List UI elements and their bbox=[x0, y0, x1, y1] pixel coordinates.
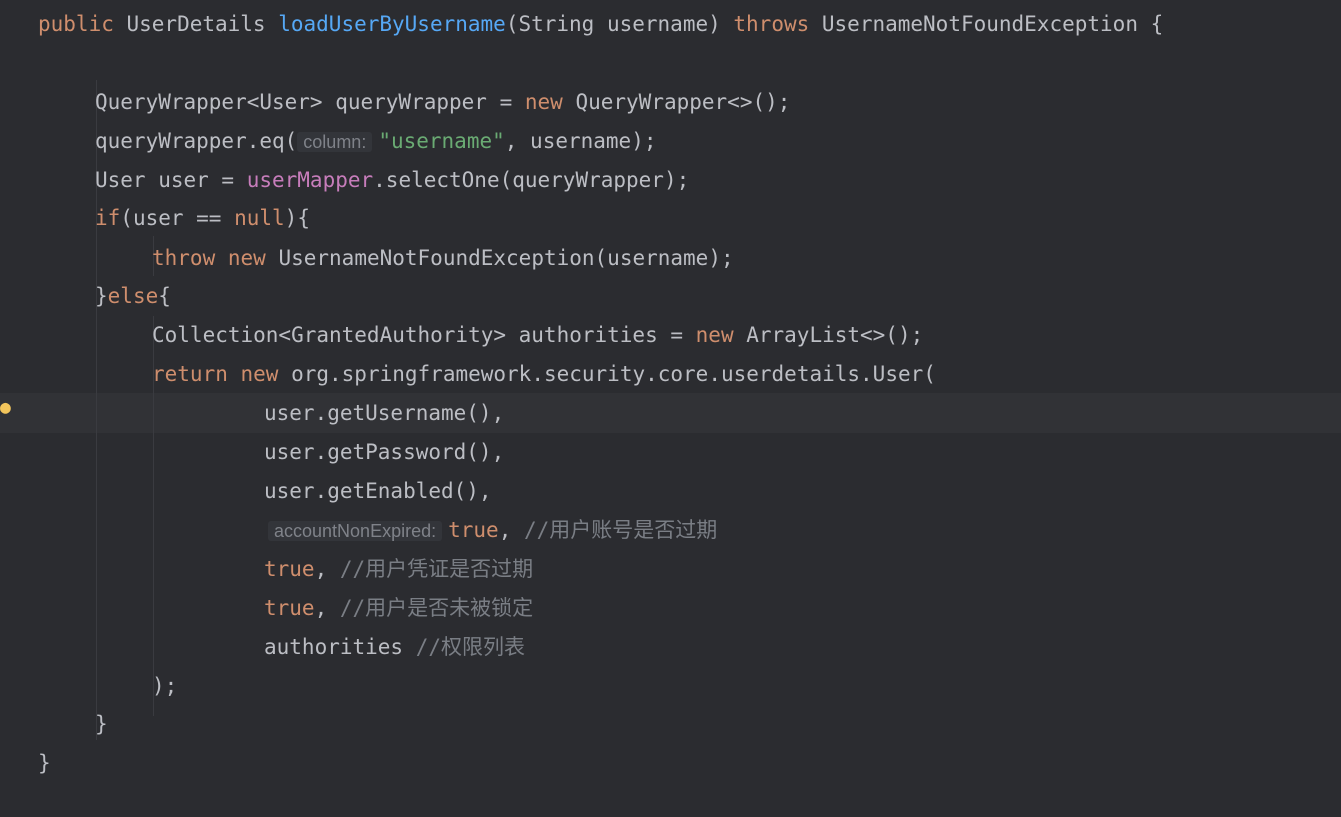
token: user.getPassword(), bbox=[264, 440, 505, 464]
code-line-19: } bbox=[38, 744, 51, 783]
token: { bbox=[158, 284, 171, 308]
token: userMapper bbox=[246, 168, 374, 192]
token: (String username) bbox=[505, 12, 734, 36]
code-line-10: user.getUsername(), bbox=[264, 394, 504, 433]
token: User user = bbox=[95, 168, 247, 192]
token: , bbox=[314, 557, 340, 581]
token: .selectOne(queryWrapper); bbox=[373, 168, 690, 192]
comment: //权限列表 bbox=[415, 635, 526, 659]
intention-bulb-icon[interactable]: ● bbox=[0, 396, 14, 420]
code-line-3: queryWrapper.eq(column: "username", usern… bbox=[95, 122, 656, 161]
code-line-18: } bbox=[95, 705, 108, 744]
code-line-9: return new org.springframework.security.… bbox=[152, 355, 936, 394]
code-line-14: true, //用户凭证是否过期 bbox=[264, 550, 533, 589]
token: , bbox=[498, 518, 524, 542]
token: user.getUsername(), bbox=[264, 401, 505, 425]
comment: //用户是否未被锁定 bbox=[339, 596, 534, 620]
token: new bbox=[524, 90, 563, 114]
code-line-8: Collection<GrantedAuthority> authorities… bbox=[152, 316, 923, 355]
code-line-5: if(user == null){ bbox=[95, 199, 310, 238]
parameter-hint: column: bbox=[297, 132, 373, 152]
token: (user == bbox=[120, 206, 235, 230]
token: QueryWrapper<>(); bbox=[562, 90, 791, 114]
code-line-15: true, //用户是否未被锁定 bbox=[264, 589, 533, 628]
token: null bbox=[234, 206, 285, 230]
token: return bbox=[152, 362, 228, 386]
token: ){ bbox=[284, 206, 310, 230]
token: loadUserByUsername bbox=[278, 12, 506, 36]
token: org.springframework.security.core.userde… bbox=[278, 362, 936, 386]
token: true bbox=[264, 557, 315, 581]
token: ArrayList<>(); bbox=[733, 323, 924, 347]
token: new bbox=[227, 246, 266, 270]
code-line-6: throw new UsernameNotFoundException(user… bbox=[152, 239, 734, 278]
token: UsernameNotFoundException { bbox=[809, 12, 1164, 36]
code-line-11: user.getPassword(), bbox=[264, 433, 504, 472]
token: "username" bbox=[378, 129, 505, 153]
token: UserDetails bbox=[113, 12, 279, 36]
code-line-1: public UserDetails loadUserByUsername(St… bbox=[38, 5, 1163, 44]
current-line-highlight bbox=[0, 393, 1341, 433]
token: new bbox=[695, 323, 734, 347]
code-line-17: ); bbox=[152, 667, 177, 706]
token: } bbox=[95, 284, 108, 308]
token: } bbox=[38, 751, 51, 775]
token: , bbox=[314, 596, 340, 620]
token: throws bbox=[733, 12, 810, 36]
code-line-12: user.getEnabled(), bbox=[264, 472, 492, 511]
token: UsernameNotFoundException(username); bbox=[265, 246, 734, 270]
token: if bbox=[95, 206, 121, 230]
token: queryWrapper.eq( bbox=[95, 129, 298, 153]
token: new bbox=[240, 362, 279, 386]
token: authorities bbox=[264, 635, 416, 659]
token: throw bbox=[152, 246, 216, 270]
token: user.getEnabled(), bbox=[264, 479, 492, 503]
code-line-2: QueryWrapper<User> queryWrapper = new Qu… bbox=[95, 83, 790, 122]
code-line-7: }else{ bbox=[95, 277, 171, 316]
token: true bbox=[264, 596, 315, 620]
token: public bbox=[38, 12, 114, 36]
comment: //用户账号是否过期 bbox=[523, 518, 718, 542]
token: QueryWrapper<User> queryWrapper = bbox=[95, 90, 525, 114]
code-editor[interactable]: ● public UserDetails loadUserByUsername(… bbox=[0, 0, 1341, 817]
code-line-13: accountNonExpired: true, //用户账号是否过期 bbox=[268, 511, 717, 550]
parameter-hint: accountNonExpired: bbox=[268, 521, 443, 541]
code-line-4: User user = userMapper.selectOne(queryWr… bbox=[95, 161, 689, 200]
token: Collection<GrantedAuthority> authorities… bbox=[152, 323, 696, 347]
token: else bbox=[107, 284, 159, 308]
token: true bbox=[448, 518, 499, 542]
code-line-16: authorities //权限列表 bbox=[264, 628, 525, 667]
token: ); bbox=[152, 674, 178, 698]
token: } bbox=[95, 712, 108, 736]
token: , username); bbox=[504, 129, 657, 153]
comment: //用户凭证是否过期 bbox=[339, 557, 534, 581]
